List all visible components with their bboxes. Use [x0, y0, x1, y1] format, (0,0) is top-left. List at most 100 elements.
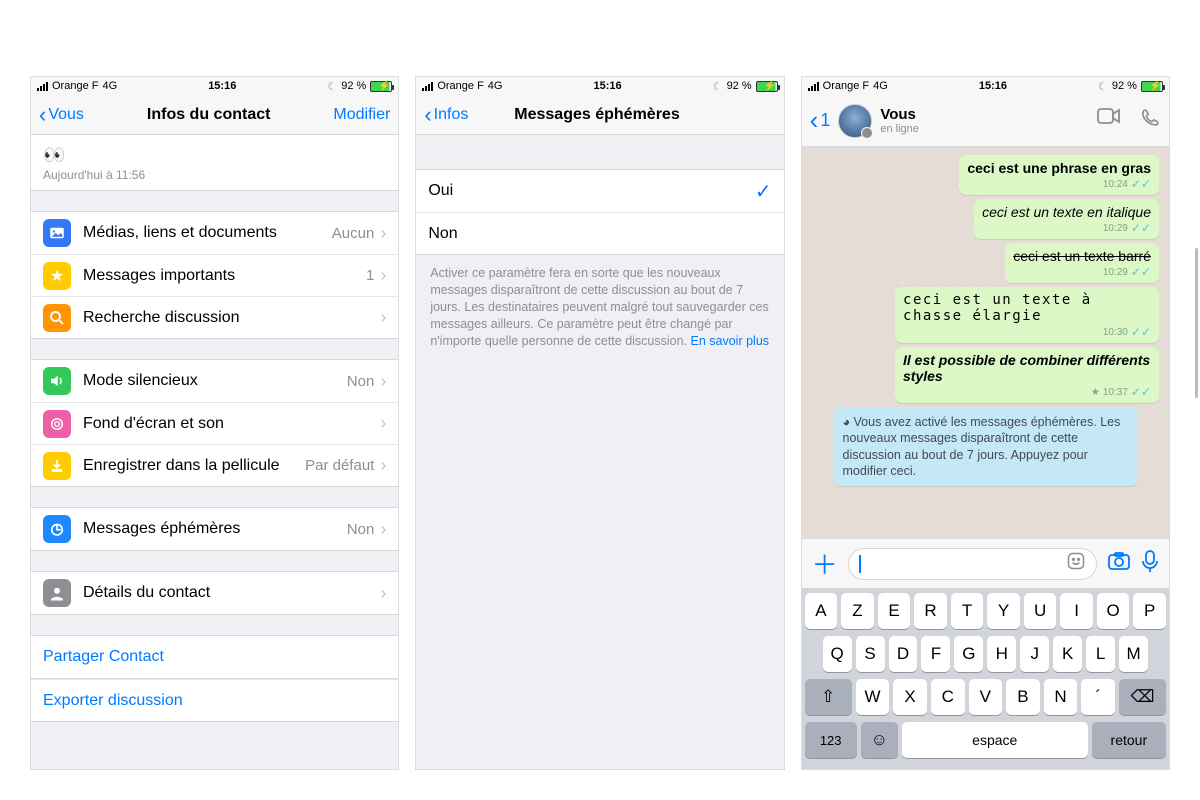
message-text: ceci est un texte en italique	[982, 204, 1151, 220]
key-c[interactable]: C	[931, 679, 965, 715]
key-k[interactable]: K	[1053, 636, 1082, 672]
details-label: Détails du contact	[83, 584, 380, 602]
key-t[interactable]: T	[951, 593, 984, 629]
message-input[interactable]	[848, 548, 1097, 580]
search-row[interactable]: Recherche discussion ›	[31, 296, 398, 338]
chevron-left-icon: ‹	[810, 105, 819, 136]
ephemeral-row[interactable]: Messages éphémères Non ›	[31, 508, 398, 550]
key-emoji[interactable]: ☺	[861, 722, 898, 758]
key-space[interactable]: espace	[902, 722, 1088, 758]
media-label: Médias, liens et documents	[83, 224, 332, 242]
video-call-icon[interactable]	[1097, 107, 1121, 135]
dnd-icon: ☾	[1098, 80, 1108, 93]
mute-row[interactable]: Mode silencieux Non ›	[31, 360, 398, 402]
share-contact-button[interactable]: Partager Contact	[31, 636, 398, 678]
key-u[interactable]: U	[1024, 593, 1057, 629]
speaker-icon	[43, 367, 71, 395]
back-label: Infos	[434, 106, 469, 124]
key-f[interactable]: F	[921, 636, 950, 672]
key-shift[interactable]: ⇧	[805, 679, 852, 715]
message-text: ceci est une phrase en gras	[967, 160, 1151, 176]
message-bubble[interactable]: ceci est un texte à chasse élargie10:30✓…	[895, 287, 1159, 343]
key-i[interactable]: I	[1060, 593, 1093, 629]
save-label: Enregistrer dans la pellicule	[83, 457, 305, 475]
key-n[interactable]: N	[1044, 679, 1078, 715]
key-p[interactable]: P	[1133, 593, 1166, 629]
network-label: 4G	[488, 80, 503, 92]
key-j[interactable]: J	[1020, 636, 1049, 672]
sticker-icon[interactable]	[1066, 551, 1086, 576]
key-e[interactable]: E	[878, 593, 911, 629]
wallpaper-row[interactable]: Fond d'écran et son ›	[31, 402, 398, 444]
key-q[interactable]: Q	[823, 636, 852, 672]
back-button[interactable]: ‹ Vous	[39, 104, 84, 126]
wallpaper-label: Fond d'écran et son	[83, 415, 380, 433]
message-bubble[interactable]: Il est possible de combiner différents s…	[895, 347, 1159, 403]
message-bubble[interactable]: ceci est une phrase en gras10:24✓✓	[959, 155, 1159, 195]
nav-header: ‹ Infos Messages éphémères	[416, 95, 783, 135]
chat-messages[interactable]: ceci est une phrase en gras10:24✓✓ceci e…	[802, 147, 1169, 538]
key-y[interactable]: Y	[987, 593, 1020, 629]
keyboard: AZERTYUIOP QSDFGHJKLM ⇧WXCVBN´⌫ 123 ☺ es…	[802, 588, 1169, 769]
key-h[interactable]: H	[987, 636, 1016, 672]
read-ticks-icon: ✓✓	[1131, 325, 1151, 339]
read-ticks-icon: ✓✓	[1131, 177, 1151, 191]
message-meta: 10:30✓✓	[903, 325, 1151, 339]
chevron-right-icon: ›	[380, 519, 386, 540]
text-cursor	[859, 555, 861, 573]
mic-icon[interactable]	[1141, 549, 1159, 579]
checkmark-icon: ✓	[755, 179, 772, 204]
voice-call-icon[interactable]	[1139, 107, 1161, 135]
details-row[interactable]: Détails du contact ›	[31, 572, 398, 614]
media-row[interactable]: Médias, liens et documents Aucun ›	[31, 212, 398, 254]
message-time: 10:29	[1103, 223, 1128, 234]
system-message[interactable]: ◕ Vous avez activé les messages éphémère…	[833, 407, 1139, 486]
message-text: Il est possible de combiner différents s…	[903, 352, 1151, 384]
chevron-right-icon: ›	[380, 583, 386, 604]
back-label: Vous	[48, 106, 84, 124]
clock-label: 15:16	[208, 80, 236, 92]
key-numbers[interactable]: 123	[805, 722, 857, 758]
key-return[interactable]: retour	[1092, 722, 1166, 758]
save-camera-row[interactable]: Enregistrer dans la pellicule Par défaut…	[31, 444, 398, 486]
key-x[interactable]: X	[893, 679, 927, 715]
message-bubble[interactable]: ceci est un texte barré10:29✓✓	[1005, 243, 1159, 283]
option-yes[interactable]: Oui ✓	[416, 170, 783, 212]
ephemeral-value: Non	[347, 521, 375, 538]
key-o[interactable]: O	[1097, 593, 1130, 629]
key-l[interactable]: L	[1086, 636, 1115, 672]
network-label: 4G	[102, 80, 117, 92]
key-m[interactable]: M	[1119, 636, 1148, 672]
edit-button[interactable]: Modifier	[333, 106, 390, 124]
key-v[interactable]: V	[969, 679, 1003, 715]
message-bubble[interactable]: ceci est un texte en italique10:29✓✓	[974, 199, 1159, 239]
option-no[interactable]: Non	[416, 212, 783, 254]
key-w[interactable]: W	[856, 679, 890, 715]
starred-label: Messages importants	[83, 267, 366, 285]
search-label: Recherche discussion	[83, 309, 380, 327]
key-a[interactable]: A	[805, 593, 838, 629]
learn-more-link[interactable]: En savoir plus	[691, 334, 770, 348]
key-g[interactable]: G	[954, 636, 983, 672]
carrier-label: Orange F	[52, 80, 98, 92]
key-z[interactable]: Z	[841, 593, 874, 629]
back-button[interactable]: ‹ Infos	[424, 104, 468, 126]
export-chat-button[interactable]: Exporter discussion	[31, 679, 398, 721]
key-d[interactable]: D	[889, 636, 918, 672]
signal-icon	[37, 82, 48, 91]
key-´[interactable]: ´	[1081, 679, 1115, 715]
chat-title[interactable]: Vous en ligne	[880, 106, 1089, 135]
key-backspace[interactable]: ⌫	[1119, 679, 1166, 715]
camera-icon[interactable]	[1107, 551, 1131, 577]
starred-row[interactable]: ★ Messages importants 1 ›	[31, 254, 398, 296]
screen-contact-info: Orange F 4G 15:16 ☾ 92 % ⚡ ‹ Vous Infos …	[30, 76, 399, 770]
signal-icon	[422, 82, 433, 91]
key-b[interactable]: B	[1006, 679, 1040, 715]
avatar[interactable]	[838, 104, 872, 138]
status-emoji: 👀	[43, 145, 65, 166]
attach-button[interactable]: ＋	[812, 545, 838, 582]
key-r[interactable]: R	[914, 593, 947, 629]
key-s[interactable]: S	[856, 636, 885, 672]
contact-icon	[43, 579, 71, 607]
back-button[interactable]: ‹ 1	[810, 105, 831, 136]
